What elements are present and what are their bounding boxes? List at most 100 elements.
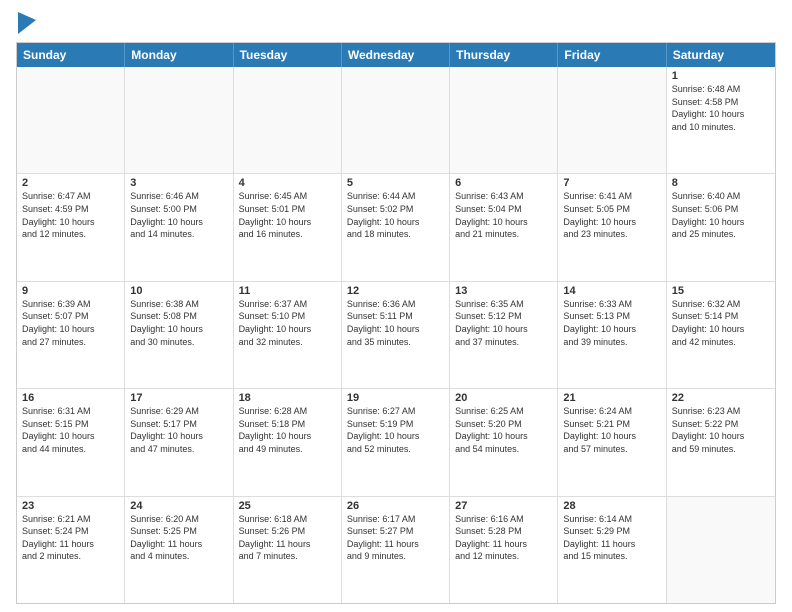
day-info: Sunrise: 6:46 AM Sunset: 5:00 PM Dayligh… [130,190,227,240]
week-row-4: 23Sunrise: 6:21 AM Sunset: 5:24 PM Dayli… [17,497,775,603]
day-cell-27: 27Sunrise: 6:16 AM Sunset: 5:28 PM Dayli… [450,497,558,603]
day-info: Sunrise: 6:38 AM Sunset: 5:08 PM Dayligh… [130,298,227,348]
day-cell-7: 7Sunrise: 6:41 AM Sunset: 5:05 PM Daylig… [558,174,666,280]
day-info: Sunrise: 6:43 AM Sunset: 5:04 PM Dayligh… [455,190,552,240]
day-cell-12: 12Sunrise: 6:36 AM Sunset: 5:11 PM Dayli… [342,282,450,388]
week-row-2: 9Sunrise: 6:39 AM Sunset: 5:07 PM Daylig… [17,282,775,389]
day-info: Sunrise: 6:17 AM Sunset: 5:27 PM Dayligh… [347,513,444,563]
day-cell-24: 24Sunrise: 6:20 AM Sunset: 5:25 PM Dayli… [125,497,233,603]
day-number: 16 [22,392,119,404]
empty-cell [125,67,233,173]
day-info: Sunrise: 6:20 AM Sunset: 5:25 PM Dayligh… [130,513,227,563]
calendar-header: SundayMondayTuesdayWednesdayThursdayFrid… [17,43,775,67]
week-row-1: 2Sunrise: 6:47 AM Sunset: 4:59 PM Daylig… [17,174,775,281]
day-number: 21 [563,392,660,404]
day-info: Sunrise: 6:21 AM Sunset: 5:24 PM Dayligh… [22,513,119,563]
day-cell-18: 18Sunrise: 6:28 AM Sunset: 5:18 PM Dayli… [234,389,342,495]
day-cell-16: 16Sunrise: 6:31 AM Sunset: 5:15 PM Dayli… [17,389,125,495]
day-number: 3 [130,177,227,189]
logo-icon [18,12,36,34]
day-info: Sunrise: 6:23 AM Sunset: 5:22 PM Dayligh… [672,405,770,455]
day-number: 15 [672,285,770,297]
week-row-3: 16Sunrise: 6:31 AM Sunset: 5:15 PM Dayli… [17,389,775,496]
day-number: 20 [455,392,552,404]
empty-cell [558,67,666,173]
header-day-sunday: Sunday [17,43,125,67]
day-cell-28: 28Sunrise: 6:14 AM Sunset: 5:29 PM Dayli… [558,497,666,603]
day-info: Sunrise: 6:14 AM Sunset: 5:29 PM Dayligh… [563,513,660,563]
day-number: 11 [239,285,336,297]
day-number: 18 [239,392,336,404]
day-info: Sunrise: 6:37 AM Sunset: 5:10 PM Dayligh… [239,298,336,348]
header-day-monday: Monday [125,43,233,67]
day-number: 26 [347,500,444,512]
day-cell-1: 1Sunrise: 6:48 AM Sunset: 4:58 PM Daylig… [667,67,775,173]
day-cell-25: 25Sunrise: 6:18 AM Sunset: 5:26 PM Dayli… [234,497,342,603]
day-number: 9 [22,285,119,297]
day-info: Sunrise: 6:29 AM Sunset: 5:17 PM Dayligh… [130,405,227,455]
day-number: 2 [22,177,119,189]
empty-cell [234,67,342,173]
day-cell-21: 21Sunrise: 6:24 AM Sunset: 5:21 PM Dayli… [558,389,666,495]
day-cell-5: 5Sunrise: 6:44 AM Sunset: 5:02 PM Daylig… [342,174,450,280]
empty-cell [667,497,775,603]
day-cell-11: 11Sunrise: 6:37 AM Sunset: 5:10 PM Dayli… [234,282,342,388]
day-info: Sunrise: 6:35 AM Sunset: 5:12 PM Dayligh… [455,298,552,348]
day-number: 5 [347,177,444,189]
day-cell-20: 20Sunrise: 6:25 AM Sunset: 5:20 PM Dayli… [450,389,558,495]
day-info: Sunrise: 6:31 AM Sunset: 5:15 PM Dayligh… [22,405,119,455]
day-cell-15: 15Sunrise: 6:32 AM Sunset: 5:14 PM Dayli… [667,282,775,388]
day-info: Sunrise: 6:16 AM Sunset: 5:28 PM Dayligh… [455,513,552,563]
day-info: Sunrise: 6:39 AM Sunset: 5:07 PM Dayligh… [22,298,119,348]
day-cell-8: 8Sunrise: 6:40 AM Sunset: 5:06 PM Daylig… [667,174,775,280]
day-number: 13 [455,285,552,297]
day-cell-17: 17Sunrise: 6:29 AM Sunset: 5:17 PM Dayli… [125,389,233,495]
day-cell-6: 6Sunrise: 6:43 AM Sunset: 5:04 PM Daylig… [450,174,558,280]
day-number: 19 [347,392,444,404]
day-cell-2: 2Sunrise: 6:47 AM Sunset: 4:59 PM Daylig… [17,174,125,280]
empty-cell [17,67,125,173]
header-day-friday: Friday [558,43,666,67]
day-cell-14: 14Sunrise: 6:33 AM Sunset: 5:13 PM Dayli… [558,282,666,388]
day-number: 8 [672,177,770,189]
header [16,12,776,34]
day-cell-23: 23Sunrise: 6:21 AM Sunset: 5:24 PM Dayli… [17,497,125,603]
empty-cell [342,67,450,173]
calendar: SundayMondayTuesdayWednesdayThursdayFrid… [16,42,776,604]
day-info: Sunrise: 6:28 AM Sunset: 5:18 PM Dayligh… [239,405,336,455]
day-info: Sunrise: 6:25 AM Sunset: 5:20 PM Dayligh… [455,405,552,455]
logo [16,16,36,34]
day-number: 28 [563,500,660,512]
page-container: SundayMondayTuesdayWednesdayThursdayFrid… [0,0,792,612]
day-number: 22 [672,392,770,404]
day-cell-3: 3Sunrise: 6:46 AM Sunset: 5:00 PM Daylig… [125,174,233,280]
day-info: Sunrise: 6:33 AM Sunset: 5:13 PM Dayligh… [563,298,660,348]
day-info: Sunrise: 6:40 AM Sunset: 5:06 PM Dayligh… [672,190,770,240]
day-cell-4: 4Sunrise: 6:45 AM Sunset: 5:01 PM Daylig… [234,174,342,280]
header-day-wednesday: Wednesday [342,43,450,67]
day-number: 27 [455,500,552,512]
header-day-tuesday: Tuesday [234,43,342,67]
day-number: 10 [130,285,227,297]
day-info: Sunrise: 6:36 AM Sunset: 5:11 PM Dayligh… [347,298,444,348]
day-info: Sunrise: 6:45 AM Sunset: 5:01 PM Dayligh… [239,190,336,240]
header-day-saturday: Saturday [667,43,775,67]
day-number: 12 [347,285,444,297]
day-info: Sunrise: 6:32 AM Sunset: 5:14 PM Dayligh… [672,298,770,348]
day-cell-9: 9Sunrise: 6:39 AM Sunset: 5:07 PM Daylig… [17,282,125,388]
day-cell-19: 19Sunrise: 6:27 AM Sunset: 5:19 PM Dayli… [342,389,450,495]
day-number: 4 [239,177,336,189]
day-number: 17 [130,392,227,404]
day-info: Sunrise: 6:18 AM Sunset: 5:26 PM Dayligh… [239,513,336,563]
day-cell-22: 22Sunrise: 6:23 AM Sunset: 5:22 PM Dayli… [667,389,775,495]
week-row-0: 1Sunrise: 6:48 AM Sunset: 4:58 PM Daylig… [17,67,775,174]
day-cell-13: 13Sunrise: 6:35 AM Sunset: 5:12 PM Dayli… [450,282,558,388]
day-info: Sunrise: 6:24 AM Sunset: 5:21 PM Dayligh… [563,405,660,455]
day-number: 14 [563,285,660,297]
day-number: 7 [563,177,660,189]
day-info: Sunrise: 6:44 AM Sunset: 5:02 PM Dayligh… [347,190,444,240]
day-number: 6 [455,177,552,189]
day-info: Sunrise: 6:48 AM Sunset: 4:58 PM Dayligh… [672,83,770,133]
header-day-thursday: Thursday [450,43,558,67]
day-number: 24 [130,500,227,512]
